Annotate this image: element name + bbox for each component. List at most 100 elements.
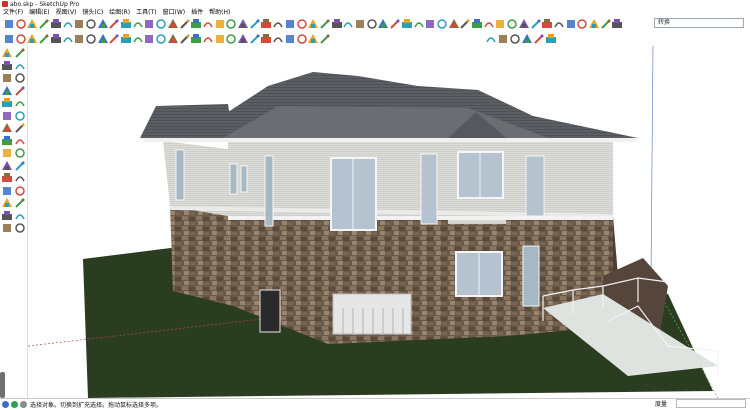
print-icon[interactable] bbox=[588, 18, 600, 30]
sandbox-icon[interactable] bbox=[3, 33, 15, 45]
orbit-icon[interactable] bbox=[1, 185, 13, 197]
search-input[interactable]: 转换 bbox=[654, 18, 744, 28]
back-edges-icon[interactable] bbox=[120, 33, 132, 45]
fog-icon[interactable] bbox=[436, 18, 448, 30]
line-icon[interactable] bbox=[1, 60, 13, 72]
warehouse-icon[interactable] bbox=[533, 33, 545, 45]
rectangle-icon[interactable] bbox=[26, 18, 38, 30]
zoom-icon[interactable] bbox=[272, 18, 284, 30]
zoom-extents-icon[interactable] bbox=[296, 18, 308, 30]
arc-icon[interactable] bbox=[1, 97, 13, 109]
model-viewport[interactable] bbox=[27, 46, 750, 398]
eraser-icon[interactable] bbox=[14, 47, 26, 59]
terrain-icon[interactable] bbox=[26, 33, 38, 45]
axes-icon[interactable] bbox=[225, 18, 237, 30]
right-view-icon[interactable] bbox=[225, 33, 237, 45]
bottom-view-icon[interactable] bbox=[260, 33, 272, 45]
follow-me-icon[interactable] bbox=[167, 18, 179, 30]
position-camera-icon[interactable] bbox=[354, 18, 366, 30]
help-icon[interactable] bbox=[11, 401, 18, 408]
zoom-extents-icon[interactable] bbox=[14, 197, 26, 209]
solid-subtract-icon[interactable] bbox=[50, 33, 62, 45]
copy-icon[interactable] bbox=[530, 18, 542, 30]
position-icon[interactable] bbox=[14, 210, 26, 222]
tape-measure-icon[interactable] bbox=[179, 18, 191, 30]
3d-text-icon[interactable] bbox=[14, 172, 26, 184]
shadows-icon[interactable] bbox=[424, 18, 436, 30]
geo-icon[interactable] bbox=[15, 33, 27, 45]
split-icon[interactable] bbox=[85, 33, 97, 45]
credits-icon[interactable] bbox=[20, 401, 27, 408]
walk-icon[interactable] bbox=[331, 18, 343, 30]
info-icon[interactable] bbox=[2, 401, 9, 408]
text-icon[interactable] bbox=[214, 18, 226, 30]
push-pull-icon[interactable] bbox=[14, 110, 26, 122]
solid-trim-icon[interactable] bbox=[62, 33, 74, 45]
pan-icon[interactable] bbox=[14, 185, 26, 197]
axes-icon[interactable] bbox=[1, 172, 13, 184]
dimension-icon[interactable] bbox=[202, 18, 214, 30]
flythrough-icon[interactable] bbox=[319, 33, 331, 45]
rotate-icon[interactable] bbox=[1, 122, 13, 134]
soften-edges-icon[interactable] bbox=[448, 18, 460, 30]
push-pull-icon[interactable] bbox=[108, 18, 120, 30]
styles-icon[interactable] bbox=[389, 18, 401, 30]
hidden-line-icon[interactable] bbox=[143, 33, 155, 45]
previous-view-icon[interactable] bbox=[307, 18, 319, 30]
top-view-icon[interactable] bbox=[202, 33, 214, 45]
section-display-icon[interactable] bbox=[497, 33, 509, 45]
measure-input[interactable] bbox=[676, 399, 746, 408]
undo-icon[interactable] bbox=[565, 18, 577, 30]
user-icon[interactable] bbox=[611, 18, 623, 30]
paste-icon[interactable] bbox=[541, 18, 553, 30]
materials-icon[interactable] bbox=[377, 18, 389, 30]
ruby-console-icon[interactable] bbox=[509, 33, 521, 45]
section-plane-icon[interactable] bbox=[237, 18, 249, 30]
solid-intersect-icon[interactable] bbox=[73, 33, 85, 45]
protractor-icon[interactable] bbox=[1, 160, 13, 172]
xray-icon[interactable] bbox=[108, 33, 120, 45]
freehand-icon[interactable] bbox=[73, 18, 85, 30]
move-icon[interactable] bbox=[120, 18, 132, 30]
wireframe-icon[interactable] bbox=[132, 33, 144, 45]
rotate-icon[interactable] bbox=[132, 18, 144, 30]
polygon-icon[interactable] bbox=[14, 85, 26, 97]
pencil-icon[interactable] bbox=[15, 18, 27, 30]
select-icon[interactable] bbox=[1, 47, 13, 59]
rotated-rect-icon[interactable] bbox=[14, 72, 26, 84]
tape-measure-icon[interactable] bbox=[1, 147, 13, 159]
save-icon[interactable] bbox=[506, 18, 518, 30]
rectangle-icon[interactable] bbox=[1, 72, 13, 84]
shaded-icon[interactable] bbox=[155, 33, 167, 45]
pan-icon[interactable] bbox=[260, 18, 272, 30]
open-file-icon[interactable] bbox=[494, 18, 506, 30]
eraser-icon[interactable] bbox=[85, 18, 97, 30]
paint-bucket-icon[interactable] bbox=[97, 18, 109, 30]
follow-me-icon[interactable] bbox=[14, 122, 26, 134]
pie-icon[interactable] bbox=[14, 97, 26, 109]
walk-icon[interactable] bbox=[1, 210, 13, 222]
front-view-icon[interactable] bbox=[214, 33, 226, 45]
look-icon[interactable] bbox=[14, 222, 26, 234]
offset-icon[interactable] bbox=[155, 18, 167, 30]
select-icon[interactable] bbox=[3, 18, 15, 30]
shaded-texture-icon[interactable] bbox=[167, 33, 179, 45]
section-icon[interactable] bbox=[1, 222, 13, 234]
text-icon[interactable] bbox=[14, 160, 26, 172]
arc-icon[interactable] bbox=[50, 18, 62, 30]
monochrome-icon[interactable] bbox=[179, 33, 191, 45]
zoom-window-icon[interactable] bbox=[284, 18, 296, 30]
sketchup-icon[interactable] bbox=[545, 33, 557, 45]
circle-icon[interactable] bbox=[1, 85, 13, 97]
outliner-icon[interactable] bbox=[459, 18, 471, 30]
components-icon[interactable] bbox=[366, 18, 378, 30]
scenes-icon[interactable] bbox=[413, 18, 425, 30]
erase-icon[interactable] bbox=[553, 18, 565, 30]
model-info-icon[interactable] bbox=[600, 18, 612, 30]
redo-icon[interactable] bbox=[576, 18, 588, 30]
entity-info-icon[interactable] bbox=[471, 18, 483, 30]
camera-icon[interactable] bbox=[307, 33, 319, 45]
back-view-icon[interactable] bbox=[237, 33, 249, 45]
circle-icon[interactable] bbox=[38, 18, 50, 30]
two-point-icon[interactable] bbox=[284, 33, 296, 45]
